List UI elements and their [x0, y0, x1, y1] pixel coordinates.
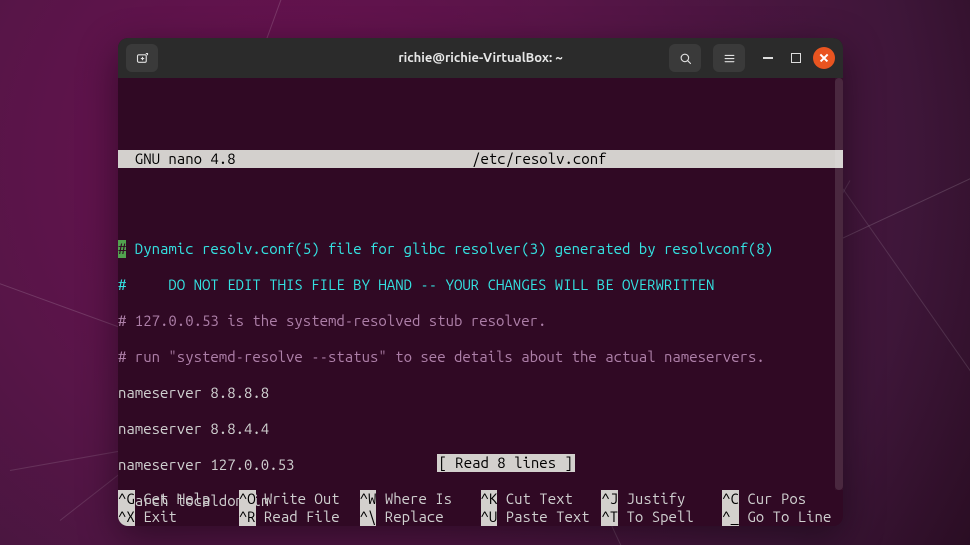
shortcut-paste: ^UPaste Text: [481, 508, 602, 526]
hamburger-icon: [722, 51, 737, 66]
terminal-content[interactable]: GNU nano 4.8/etc/resolv.conf # Dynamic r…: [118, 78, 843, 526]
file-line: # run "systemd-resolve --status" to see …: [118, 348, 843, 366]
search-icon: [678, 51, 693, 66]
file-line: # 127.0.0.53 is the systemd-resolved stu…: [118, 312, 843, 330]
scrollbar-thumb[interactable]: [835, 78, 843, 490]
window-minimize-button[interactable]: [757, 47, 779, 69]
shortcut-get-help: ^GGet Help: [118, 490, 239, 508]
terminal-window: richie@richie-VirtualBox: ~ GNU nano 4.8…: [118, 38, 843, 526]
menu-button[interactable]: [713, 44, 745, 72]
window-maximize-button[interactable]: [785, 47, 807, 69]
shortcut-replace: ^\Replace: [360, 508, 481, 526]
shortcut-justify: ^JJustify: [601, 490, 722, 508]
nano-header-bar: GNU nano 4.8/etc/resolv.conf: [118, 150, 843, 168]
nano-app-name: GNU nano 4.8: [118, 150, 238, 168]
shortcut-cur-pos: ^CCur Pos: [722, 490, 843, 508]
terminal-scrollbar[interactable]: [835, 78, 843, 490]
shortcut-read-file: ^RRead File: [239, 508, 360, 526]
nano-status-bar: [ Read 8 lines ]: [118, 436, 843, 490]
file-line: Dynamic resolv.conf(5) file for glibc re…: [126, 240, 773, 257]
shortcut-where-is: ^WWhere Is: [360, 490, 481, 508]
shortcut-goto-line: ^_Go To Line: [722, 508, 843, 526]
nano-shortcut-bar: ^GGet Help ^OWrite Out ^WWhere Is ^KCut …: [118, 490, 843, 526]
shortcut-write-out: ^OWrite Out: [239, 490, 360, 508]
window-close-button[interactable]: [813, 47, 835, 69]
search-button[interactable]: [669, 44, 701, 72]
nano-file-path: /etc/resolv.conf: [472, 150, 608, 168]
shortcut-cut-text: ^KCut Text: [481, 490, 602, 508]
new-tab-icon: [135, 51, 150, 66]
file-line: # DO NOT EDIT THIS FILE BY HAND -- YOUR …: [118, 276, 843, 294]
shortcut-exit: ^XExit: [118, 508, 239, 526]
window-titlebar: richie@richie-VirtualBox: ~: [118, 38, 843, 78]
shortcut-to-spell: ^TTo Spell: [601, 508, 722, 526]
nano-status-text: [ Read 8 lines ]: [437, 454, 575, 472]
new-tab-button[interactable]: [126, 44, 158, 72]
file-line: nameserver 8.8.8.8: [118, 384, 843, 402]
